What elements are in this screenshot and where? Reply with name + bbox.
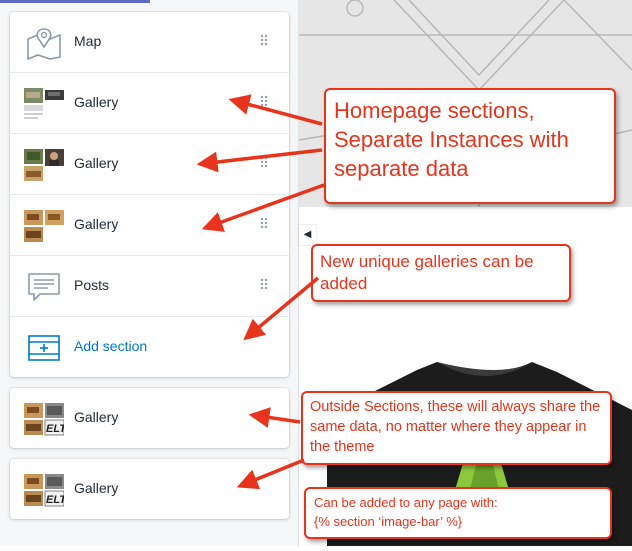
svg-text:ELT: ELT: [46, 494, 64, 506]
drag-handle-icon[interactable]: [260, 94, 268, 110]
drag-handle-icon[interactable]: [260, 216, 268, 232]
section-item-label: Map: [74, 33, 102, 49]
outside-section-card-1: ELT Gallery: [10, 388, 289, 448]
annotation-text-line1: Can be added to any page with:: [314, 495, 498, 510]
map-icon: [24, 25, 64, 61]
section-item-label: Gallery: [74, 216, 119, 232]
annotation-text: New unique galleries can be added: [320, 252, 534, 293]
svg-text:ELT: ELT: [46, 423, 64, 435]
annotation-outside-sections: Outside Sections, these will always shar…: [301, 391, 612, 465]
section-item-map[interactable]: Map: [10, 12, 289, 73]
drag-handle-icon[interactable]: [260, 277, 268, 293]
annotation-homepage-sections: Homepage sections, Separate Instances wi…: [324, 88, 616, 204]
outside-section-card-2: ELT Gallery: [10, 459, 289, 519]
annotation-text-line2: {% section ‘image-bar’ %}: [314, 514, 463, 529]
section-item-label: Gallery: [74, 409, 119, 425]
homepage-sections-card: Map Gallery Gallery Gallery Posts Add se…: [10, 12, 289, 377]
section-item-label: Gallery: [74, 480, 119, 496]
annotation-text: Homepage sections, Separate Instances wi…: [334, 98, 569, 181]
outside-section-gallery-1[interactable]: ELT Gallery: [10, 388, 289, 448]
outside-section-gallery-2[interactable]: ELT Gallery: [10, 459, 289, 519]
gallery-thumbnail: [24, 147, 64, 183]
add-section-icon: [24, 330, 64, 366]
gallery-thumbnail: [24, 208, 64, 244]
annotation-new-galleries: New unique galleries can be added: [311, 244, 571, 302]
annotation-any-page: Can be added to any page with: {% sectio…: [304, 487, 612, 539]
collapse-panel-button[interactable]: ◀: [299, 225, 316, 245]
drag-handle-icon[interactable]: [260, 155, 268, 171]
section-item-label: Posts: [74, 277, 110, 293]
section-item-label: Gallery: [74, 94, 119, 110]
gallery-thumbnail: [24, 86, 64, 122]
section-item-gallery-3[interactable]: Gallery: [10, 195, 289, 256]
gallery-thumbnail: ELT: [24, 472, 64, 508]
posts-icon: [24, 269, 64, 305]
section-item-gallery-2[interactable]: Gallery: [10, 134, 289, 195]
section-item-label: Gallery: [74, 155, 119, 171]
sections-sidebar: Map Gallery Gallery Gallery Posts Add se…: [0, 0, 299, 546]
section-item-posts[interactable]: Posts: [10, 256, 289, 317]
annotation-text: Outside Sections, these will always shar…: [310, 399, 601, 455]
gallery-thumbnail: ELT: [24, 401, 64, 437]
drag-handle-icon[interactable]: [260, 33, 268, 49]
add-section-label: Add section: [74, 338, 148, 354]
section-item-gallery-1[interactable]: Gallery: [10, 73, 289, 134]
add-section-button[interactable]: Add section: [10, 317, 289, 377]
active-tab-indicator: [0, 0, 150, 3]
